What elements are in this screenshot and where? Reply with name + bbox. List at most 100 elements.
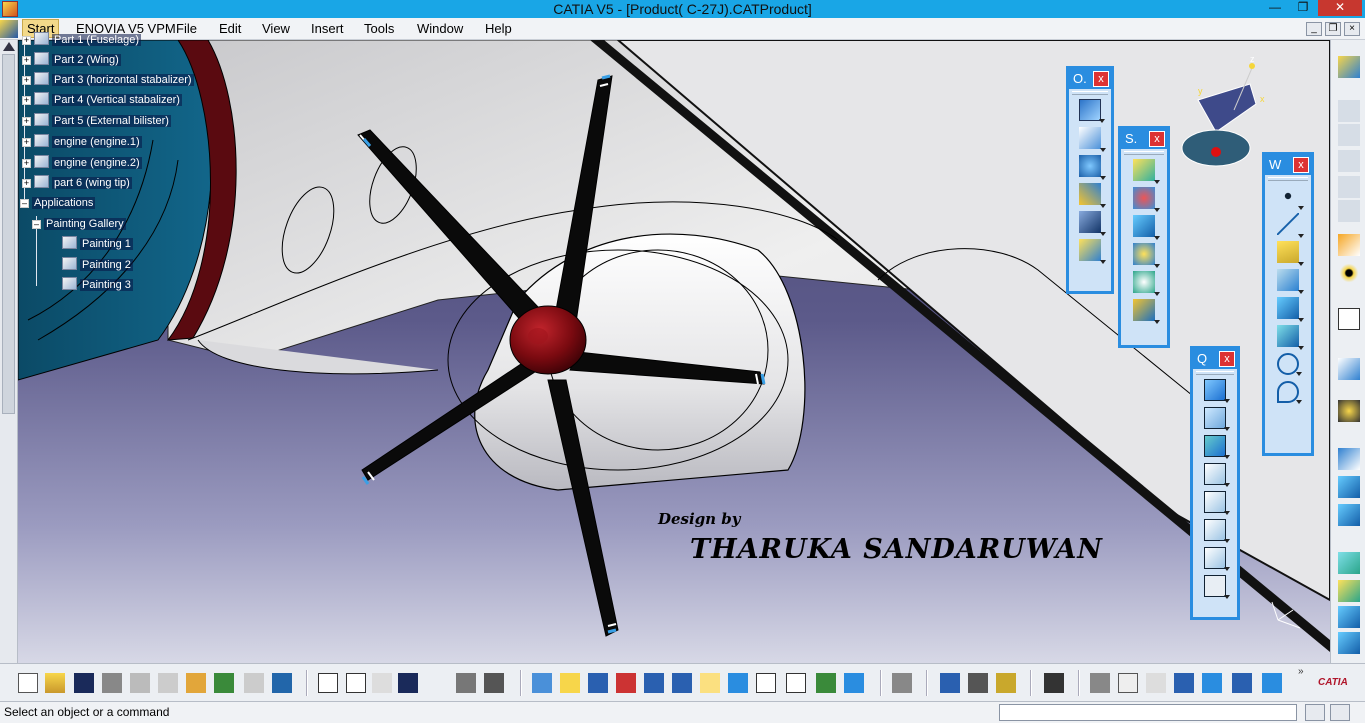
analysis-icon[interactable]	[1338, 400, 1360, 422]
grid-icon[interactable]	[1202, 673, 1222, 693]
blend-icon[interactable]	[1133, 299, 1160, 324]
command-history-button[interactable]	[1305, 704, 1325, 721]
doc-restore-button[interactable]: ❐	[1325, 22, 1341, 36]
tree-node[interactable]: Painting 2	[62, 257, 133, 273]
extract-icon[interactable]	[1079, 211, 1106, 236]
tree-node[interactable]: Painting 1	[62, 236, 133, 252]
view-isometric-icon[interactable]	[756, 673, 776, 693]
catia-logo-icon[interactable]	[0, 20, 18, 38]
named-views-icon[interactable]	[1204, 575, 1230, 599]
menu-insert[interactable]: Insert	[311, 21, 344, 36]
quick-view-toolbar[interactable]: Qx	[1190, 346, 1240, 620]
plane-icon[interactable]	[1277, 241, 1304, 266]
surface-tool-icon[interactable]	[1338, 580, 1360, 602]
tree-node[interactable]: + Part 2 (Wing)	[22, 52, 121, 68]
wireframe-toolbar[interactable]: Wx	[1262, 152, 1314, 456]
redo-icon[interactable]	[244, 673, 264, 693]
left-view-icon[interactable]	[1204, 463, 1230, 487]
maximize-button[interactable]: ❐	[1290, 0, 1316, 16]
hide-show-icon[interactable]	[786, 673, 806, 693]
split-icon[interactable]	[1079, 155, 1106, 180]
table-icon[interactable]	[398, 673, 418, 693]
tree-node-applications[interactable]: – Applications	[20, 195, 96, 211]
intersection-icon[interactable]	[1277, 297, 1304, 322]
panel-close-button[interactable]: x	[1149, 131, 1165, 147]
menu-tools[interactable]: Tools	[364, 21, 394, 36]
top-view-icon[interactable]	[1204, 519, 1230, 543]
tree-node-painting-gallery[interactable]: – Painting Gallery	[32, 216, 126, 232]
normal-view-icon[interactable]	[700, 673, 720, 693]
healing-icon[interactable]	[1079, 127, 1106, 152]
surface-tool-icon[interactable]	[1338, 504, 1360, 526]
measure-between-icon[interactable]	[940, 673, 960, 693]
multi-view-icon[interactable]	[728, 673, 748, 693]
surface-tool-icon[interactable]	[1338, 632, 1360, 654]
measure-item-icon[interactable]	[968, 673, 988, 693]
fit-all-icon[interactable]	[560, 673, 580, 693]
rotate-icon[interactable]	[616, 673, 636, 693]
menu-help[interactable]: Help	[485, 21, 512, 36]
surface-tool-icon[interactable]	[1338, 448, 1360, 470]
point-icon[interactable]	[1277, 185, 1304, 210]
pan-icon[interactable]	[588, 673, 608, 693]
render-style-icon[interactable]	[892, 673, 912, 693]
scroll-thumb[interactable]	[2, 54, 15, 414]
translate-icon[interactable]	[1079, 239, 1106, 264]
spline-icon[interactable]	[1277, 381, 1302, 404]
menu-file[interactable]: File	[176, 21, 197, 36]
fly-mode-icon[interactable]	[532, 673, 552, 693]
tree-node[interactable]: + engine (engine.1)	[22, 134, 142, 150]
paste-icon[interactable]	[186, 673, 206, 693]
swap-visible-icon[interactable]	[844, 673, 864, 693]
loft-icon[interactable]	[1133, 271, 1160, 296]
close-button[interactable]: ✕	[1318, 0, 1362, 16]
measure-icon[interactable]	[1338, 358, 1360, 380]
zoom-out-icon[interactable]	[672, 673, 692, 693]
front-view-icon[interactable]	[1204, 407, 1230, 431]
formula-icon[interactable]	[318, 673, 338, 693]
bottom-view-icon[interactable]	[1204, 547, 1230, 571]
extrude-icon[interactable]	[1133, 159, 1160, 184]
scene-icon[interactable]	[484, 673, 504, 693]
layer-icon[interactable]	[1232, 673, 1252, 693]
tree-node[interactable]: + Part 5 (External bilister)	[22, 113, 171, 129]
lock-icon[interactable]	[456, 673, 476, 693]
operations-toolbar[interactable]: O. x	[1066, 66, 1114, 294]
disabled-tool-icon[interactable]	[372, 673, 392, 693]
refresh-icon[interactable]	[1090, 673, 1110, 693]
surface-tool-icon[interactable]	[1338, 606, 1360, 628]
whats-this-icon[interactable]	[272, 673, 292, 693]
surfaces-toolbar[interactable]: S. x	[1118, 126, 1170, 348]
workbench-icon[interactable]	[1338, 56, 1360, 78]
tree-node[interactable]: + engine (engine.2)	[22, 155, 142, 171]
cube-icon[interactable]	[1262, 673, 1282, 693]
disabled-tool-icon[interactable]	[1338, 100, 1360, 122]
parallel-curve-icon[interactable]	[1277, 325, 1304, 350]
menu-view[interactable]: View	[262, 21, 290, 36]
doc-close-button[interactable]: ×	[1344, 22, 1360, 36]
tree-node[interactable]: + Part 4 (Vertical stabalizer)	[22, 92, 182, 108]
panel-close-button[interactable]: x	[1093, 71, 1109, 87]
right-view-icon[interactable]	[1204, 491, 1230, 515]
command-input[interactable]	[999, 704, 1297, 721]
doc-minimize-button[interactable]: _	[1306, 22, 1322, 36]
sketch-icon[interactable]	[1338, 308, 1360, 330]
boundary-icon[interactable]	[1079, 183, 1106, 208]
back-view-icon[interactable]	[1204, 435, 1230, 459]
projection-icon[interactable]	[1277, 269, 1304, 294]
zoom-in-icon[interactable]	[644, 673, 664, 693]
disabled-tool-icon[interactable]	[1338, 150, 1360, 172]
circle-icon[interactable]	[1277, 353, 1302, 376]
axis-icon[interactable]	[1146, 673, 1166, 693]
line-icon[interactable]	[1277, 213, 1304, 238]
command-cancel-button[interactable]	[1330, 704, 1350, 721]
tree-expand-icon[interactable]	[1174, 673, 1194, 693]
disabled-tool-icon[interactable]	[1338, 200, 1360, 222]
scroll-up-arrow-icon[interactable]	[3, 42, 15, 51]
surface-tool-icon[interactable]	[1338, 552, 1360, 574]
revolve-icon[interactable]	[1133, 187, 1160, 212]
fill-icon[interactable]	[1133, 243, 1160, 268]
new-icon[interactable]	[18, 673, 38, 693]
print-icon[interactable]	[102, 673, 122, 693]
hand-icon[interactable]	[1118, 673, 1138, 693]
